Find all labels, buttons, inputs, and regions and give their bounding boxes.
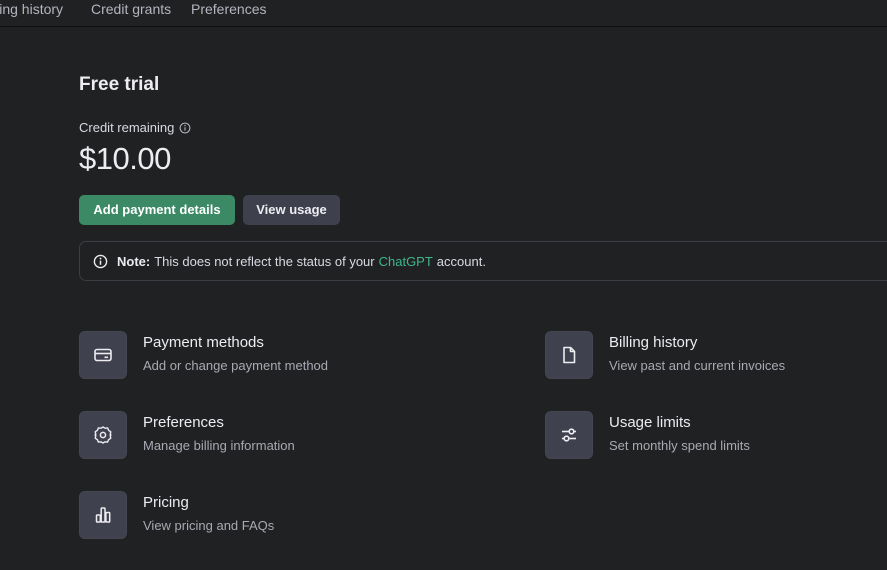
info-icon[interactable] — [179, 122, 191, 134]
billing-history-icon-box — [545, 331, 593, 379]
bar-chart-icon — [95, 507, 111, 523]
note-banner: Note: This does not reflect the status o… — [79, 241, 887, 281]
card-subtitle: View pricing and FAQs — [143, 518, 275, 533]
card-subtitle: Set monthly spend limits — [609, 438, 750, 453]
card-title: Preferences — [143, 414, 224, 431]
note-label: Note: — [117, 253, 151, 269]
tab-credit-grants[interactable]: Credit grants — [91, 1, 171, 17]
tab-billing-history[interactable]: lling history — [0, 1, 63, 17]
preferences-icon-box — [79, 411, 127, 459]
pricing-card[interactable]: Pricing View pricing and FAQs — [79, 491, 399, 539]
settings-tabs: lling history Credit grants Preferences — [0, 0, 887, 27]
credit-card-icon — [94, 348, 112, 362]
payment-methods-icon-box — [79, 331, 127, 379]
page-title: Free trial — [79, 74, 160, 95]
note-text: This does not reflect the status of your — [154, 253, 375, 269]
chatgpt-link[interactable]: ChatGPT — [379, 254, 433, 269]
billing-history-card[interactable]: Billing history View past and current in… — [545, 331, 865, 379]
usage-limits-card[interactable]: Usage limits Set monthly spend limits — [545, 411, 865, 459]
credit-amount: $10.00 — [79, 141, 171, 176]
sliders-icon — [562, 428, 576, 442]
card-subtitle: View past and current invoices — [609, 358, 786, 373]
info-icon — [93, 254, 108, 268]
payment-methods-card[interactable]: Payment methods Add or change payment me… — [79, 331, 399, 379]
card-title: Usage limits — [609, 414, 691, 431]
add-payment-details-button[interactable]: Add payment details — [79, 195, 235, 225]
gear-icon — [94, 426, 112, 444]
card-title: Billing history — [609, 334, 698, 351]
card-title: Payment methods — [143, 334, 264, 351]
note-text-end: account. — [436, 253, 486, 269]
card-subtitle: Add or change payment method — [143, 358, 329, 373]
pricing-icon-box — [79, 491, 127, 539]
credit-remaining-label: Credit remaining — [79, 120, 191, 135]
card-title: Pricing — [143, 494, 189, 511]
tab-preferences[interactable]: Preferences — [191, 1, 266, 17]
preferences-card[interactable]: Preferences Manage billing information — [79, 411, 399, 459]
credit-remaining-text: Credit remaining — [79, 120, 175, 135]
view-usage-button[interactable]: View usage — [243, 195, 340, 225]
usage-limits-icon-box — [545, 411, 593, 459]
document-icon — [563, 346, 576, 364]
card-subtitle: Manage billing information — [143, 438, 295, 453]
